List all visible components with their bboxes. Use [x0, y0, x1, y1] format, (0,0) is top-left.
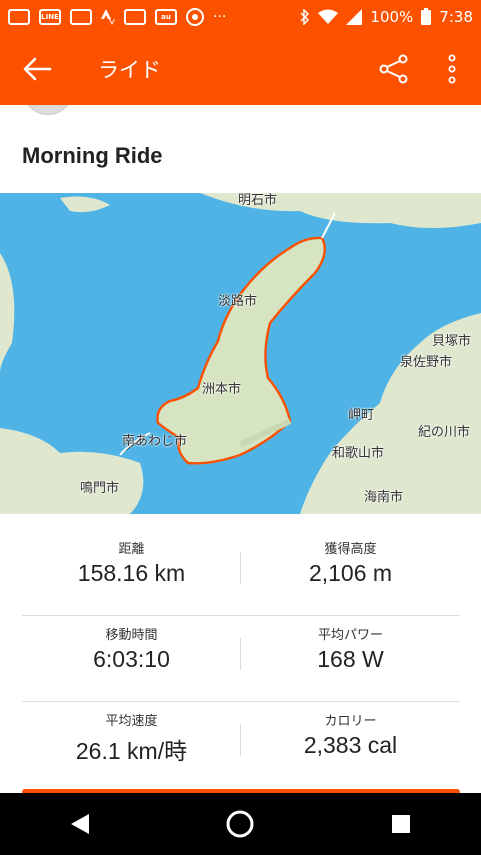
map-label-akashi: 明石市: [238, 193, 278, 208]
map-label-izumisano: 泉佐野市: [400, 355, 453, 370]
stat-value: 2,106 m: [308, 560, 393, 586]
stats-row: 距離 158.16 km 獲得高度 2,106 m: [22, 530, 460, 616]
stat-moving-time: 移動時間 6:03:10: [22, 616, 241, 701]
stat-label: 平均パワー: [317, 628, 383, 643]
battery-icon: [421, 8, 432, 25]
page-title: ライド: [98, 58, 161, 82]
stat-label: 距離: [118, 542, 145, 557]
nav-back-button[interactable]: [50, 799, 110, 849]
route-map[interactable]: 明石市 淡路市 洲本市 南あわじ市 鳴門市 貝塚市 泉佐野市 岬町 紀の川市 和…: [0, 193, 481, 514]
stat-value: 6:03:10: [93, 646, 170, 672]
nav-home-button[interactable]: [210, 799, 270, 849]
stat-avg-speed: 平均速度 26.1 km/時: [22, 702, 241, 788]
stat-value: 158.16 km: [77, 560, 186, 586]
stat-value: 2,383 cal: [303, 732, 398, 758]
chrome-icon: [186, 7, 204, 26]
line-icon: LINE: [39, 8, 61, 25]
stats-grid: 距離 158.16 km 獲得高度 2,106 m 移動時間 6:03:10 平…: [0, 530, 481, 788]
triangle-back-icon: [71, 814, 90, 834]
stat-value: 26.1 km/時: [75, 738, 188, 764]
back-arrow-icon: [23, 57, 52, 81]
stat-value: 168 W: [317, 646, 384, 672]
battery-level: 100%: [370, 7, 414, 26]
stat-avg-power: 平均パワー 168 W: [241, 616, 460, 701]
app-bar: ライド: [0, 33, 481, 105]
stat-elevation-gain: 獲得高度 2,106 m: [241, 530, 460, 615]
au-icon: au: [155, 8, 177, 25]
mail-icon: [8, 8, 30, 25]
map-label-naruto: 鳴門市: [80, 481, 120, 496]
signal-icon: [346, 8, 363, 25]
activity-content: Morning Ride 明石市 淡路市 洲本市 南あわじ市 鳴門市 貝塚市 泉…: [0, 105, 481, 793]
stat-distance: 距離 158.16 km: [22, 530, 241, 615]
stat-calories: カロリー 2,383 cal: [241, 702, 460, 788]
system-nav-bar: [0, 793, 481, 855]
circle-home-icon: [226, 810, 254, 838]
gmail-icon: [70, 8, 92, 25]
wifi-icon: [318, 9, 339, 24]
divider: [240, 552, 241, 584]
stat-label: 平均速度: [105, 714, 158, 729]
stats-row: 移動時間 6:03:10 平均パワー 168 W: [22, 616, 460, 702]
divider: [240, 724, 241, 756]
stats-row: 平均速度 26.1 km/時 カロリー 2,383 cal: [22, 702, 460, 788]
stat-label: 移動時間: [105, 628, 158, 643]
stat-label: カロリー: [324, 714, 377, 729]
stat-label: 獲得高度: [324, 542, 377, 557]
map-label-minamiawaji: 南あわじ市: [122, 434, 188, 449]
strava-icon: [101, 8, 115, 25]
map-label-awaji: 淡路市: [218, 294, 258, 309]
bluetooth-icon: [300, 8, 310, 25]
map-label-kinokawa: 紀の川市: [418, 425, 471, 440]
divider: [240, 638, 241, 670]
clock: 7:38: [439, 7, 473, 26]
status-bar: LINE au ··· 100% 7:38: [0, 0, 481, 33]
activity-title: Morning Ride: [22, 143, 163, 168]
overflow-menu-button[interactable]: [423, 33, 481, 105]
share-button[interactable]: [365, 33, 423, 105]
gmail-icon: [124, 8, 146, 25]
more-notifications-icon: ···: [213, 8, 227, 25]
square-recents-icon: [391, 815, 410, 833]
nav-recents-button[interactable]: [371, 799, 431, 849]
back-button[interactable]: [0, 33, 74, 105]
avatar[interactable]: [22, 105, 74, 115]
map-label-kainan: 海南市: [364, 490, 404, 505]
share-icon: [379, 54, 408, 84]
map-label-kaizuka: 貝塚市: [432, 334, 472, 349]
more-vertical-icon: [448, 54, 456, 84]
map-label-misaki: 岬町: [348, 408, 375, 423]
map-label-wakayama: 和歌山市: [332, 446, 385, 461]
map-label-sumoto: 洲本市: [202, 382, 242, 397]
